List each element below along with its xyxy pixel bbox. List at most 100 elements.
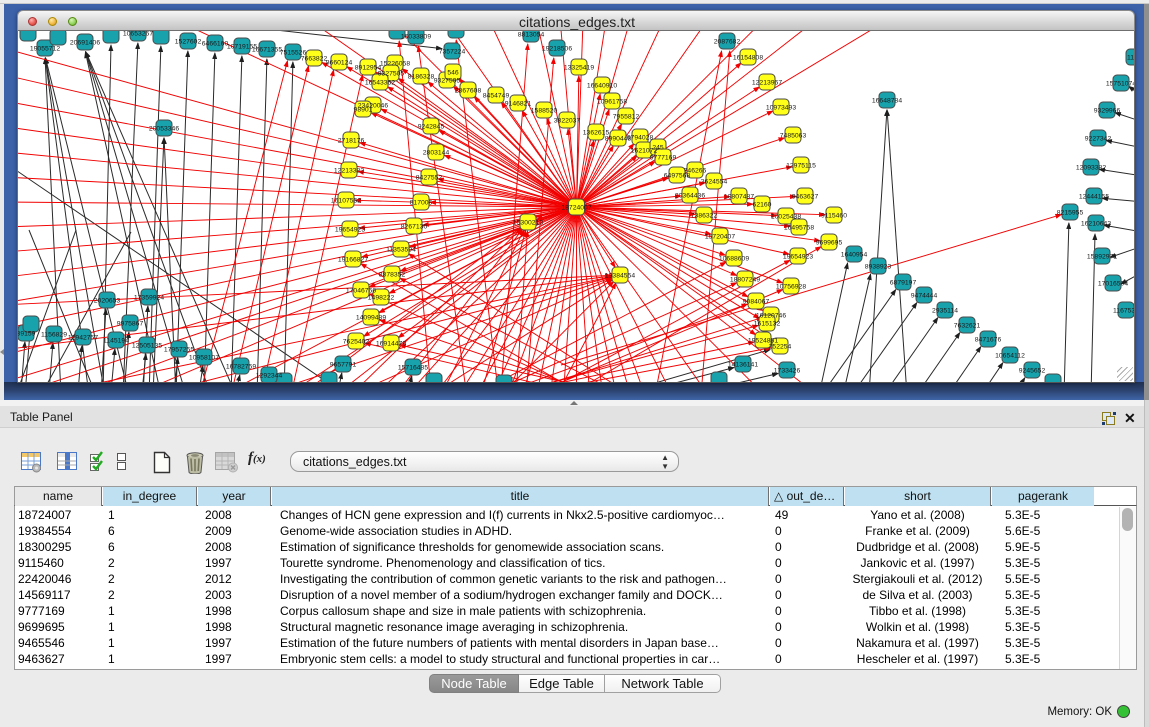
svg-text:17046766: 17046766 [346, 288, 376, 295]
svg-text:2020653: 2020653 [94, 298, 121, 305]
svg-text:15892971: 15892971 [1087, 254, 1117, 261]
svg-text:1588520: 1588520 [531, 108, 558, 115]
svg-text:12444155: 12444155 [1079, 194, 1109, 201]
svg-text:19055712: 19055712 [30, 46, 60, 53]
svg-text:2803144: 2803144 [423, 150, 450, 157]
svg-text:10961758: 10961758 [597, 99, 627, 106]
svg-text:12505135: 12505135 [132, 343, 162, 350]
svg-text:19654923: 19654923 [783, 254, 813, 261]
svg-text:8267130: 8267130 [401, 224, 428, 231]
svg-text:16648784: 16648784 [872, 98, 902, 105]
svg-text:10688609: 10688609 [719, 256, 749, 263]
svg-text:18807249: 18807249 [730, 277, 760, 284]
svg-text:9327505: 9327505 [434, 78, 461, 85]
svg-text:8660124: 8660124 [326, 60, 353, 67]
svg-text:9329966: 9329966 [1094, 108, 1121, 115]
svg-text:7625402: 7625402 [343, 339, 370, 346]
svg-text:15716485: 15716485 [398, 365, 428, 372]
svg-text:2935114: 2935114 [932, 308, 958, 315]
svg-text:10654112: 10654112 [995, 353, 1025, 360]
svg-text:10807487: 10807487 [724, 194, 754, 201]
svg-text:16914479: 16914479 [376, 341, 406, 348]
svg-text:8471676: 8471676 [975, 337, 1002, 344]
svg-text:14136141: 14136141 [728, 362, 758, 369]
svg-text:15720407: 15720407 [705, 234, 735, 241]
svg-text:1167533: 1167533 [1113, 308, 1135, 315]
svg-text:8878352: 8878352 [379, 272, 406, 279]
svg-text:6879197: 6879197 [890, 280, 917, 287]
svg-text:6794028: 6794028 [627, 135, 654, 142]
svg-text:16495758: 16495758 [784, 225, 814, 232]
svg-text:8938923: 8938923 [865, 264, 892, 271]
svg-text:2087682: 2087682 [714, 39, 741, 46]
svg-text:7663822: 7663822 [301, 56, 328, 63]
svg-text:9245652: 9245652 [1019, 368, 1046, 375]
svg-text:1498222: 1498222 [368, 295, 395, 302]
svg-text:17957255: 17957255 [164, 347, 194, 354]
svg-text:10958107: 10958107 [189, 355, 219, 362]
svg-text:9115460: 9115460 [821, 213, 847, 220]
svg-text:9084067: 9084067 [743, 299, 770, 306]
svg-text:39159: 39159 [18, 331, 36, 338]
svg-text:16120746: 16120746 [756, 313, 786, 320]
svg-text:9777169: 9777169 [650, 155, 677, 162]
svg-text:10025438: 10025438 [771, 214, 801, 221]
svg-text:62160: 62160 [753, 202, 772, 209]
svg-text:1527602: 1527602 [175, 39, 202, 46]
svg-text:9463627: 9463627 [792, 194, 819, 201]
svg-text:1117: 1117 [1127, 55, 1135, 62]
svg-text:6497568: 6497568 [664, 173, 691, 180]
svg-text:10653267: 10653267 [123, 31, 153, 38]
svg-text:16154808: 16154808 [733, 55, 763, 62]
svg-text:13325419: 13325419 [564, 65, 594, 72]
svg-text:9975867: 9975867 [117, 321, 144, 328]
svg-text:817006: 817006 [410, 200, 433, 207]
svg-text:9699695: 9699695 [816, 240, 843, 247]
svg-text:11353594: 11353594 [386, 247, 416, 254]
svg-text:16782759: 16782759 [226, 364, 256, 371]
svg-text:12975115: 12975115 [786, 163, 816, 170]
svg-text:245: 245 [652, 145, 664, 152]
svg-text:546: 546 [447, 70, 459, 77]
svg-text:16210643: 16210643 [1081, 221, 1111, 228]
svg-text:16033809: 16033809 [401, 34, 431, 41]
svg-text:2867608: 2867608 [455, 88, 482, 95]
svg-text:252254: 252254 [769, 344, 792, 351]
svg-text:1145194: 1145194 [103, 338, 129, 345]
svg-text:19654923: 19654923 [335, 227, 365, 234]
svg-text:8427552: 8427552 [416, 175, 443, 182]
svg-text:10973493: 10973493 [766, 105, 796, 112]
svg-text:10756928: 10756928 [776, 284, 806, 291]
svg-text:9657791: 9657791 [330, 362, 357, 369]
svg-text:7357224: 7357224 [439, 49, 466, 56]
svg-text:8186328: 8186328 [408, 74, 435, 81]
svg-text:7955812: 7955812 [613, 114, 640, 121]
svg-text:16640910: 16640910 [587, 83, 617, 90]
svg-text:15751074: 15751074 [1106, 81, 1135, 88]
svg-text:15300213: 15300213 [513, 220, 543, 227]
svg-text:1292344: 1292344 [256, 373, 283, 380]
svg-text:8215955: 8215955 [1057, 210, 1084, 217]
svg-text:7386322: 7386322 [691, 213, 718, 220]
svg-text:6466160: 6466160 [202, 41, 229, 48]
svg-text:20691406: 20691406 [70, 40, 100, 47]
svg-text:14099489: 14099489 [356, 315, 386, 322]
svg-text:9146821: 9146821 [505, 101, 532, 108]
svg-text:20364436: 20364436 [675, 193, 705, 200]
svg-text:1733426: 1733426 [774, 368, 801, 375]
svg-text:9474444: 9474444 [911, 293, 938, 300]
svg-text:12093382: 12093382 [1076, 165, 1106, 172]
svg-text:8813054: 8813054 [518, 32, 545, 39]
svg-text:16543362: 16543362 [365, 80, 395, 87]
svg-text:3624554: 3624554 [701, 179, 728, 186]
svg-text:3822037: 3822037 [554, 118, 581, 125]
svg-text:2718176: 2718176 [338, 138, 365, 145]
svg-text:1615132: 1615132 [754, 321, 781, 328]
svg-text:1640954: 1640954 [841, 252, 868, 259]
svg-text:9327505: 9327505 [378, 71, 405, 78]
svg-text:98901: 98901 [354, 107, 373, 114]
svg-text:12213382: 12213382 [334, 168, 364, 175]
svg-text:16671355: 16671355 [252, 47, 282, 54]
svg-text:17359924: 17359924 [134, 295, 164, 302]
svg-text:20053346: 20053346 [149, 126, 179, 133]
